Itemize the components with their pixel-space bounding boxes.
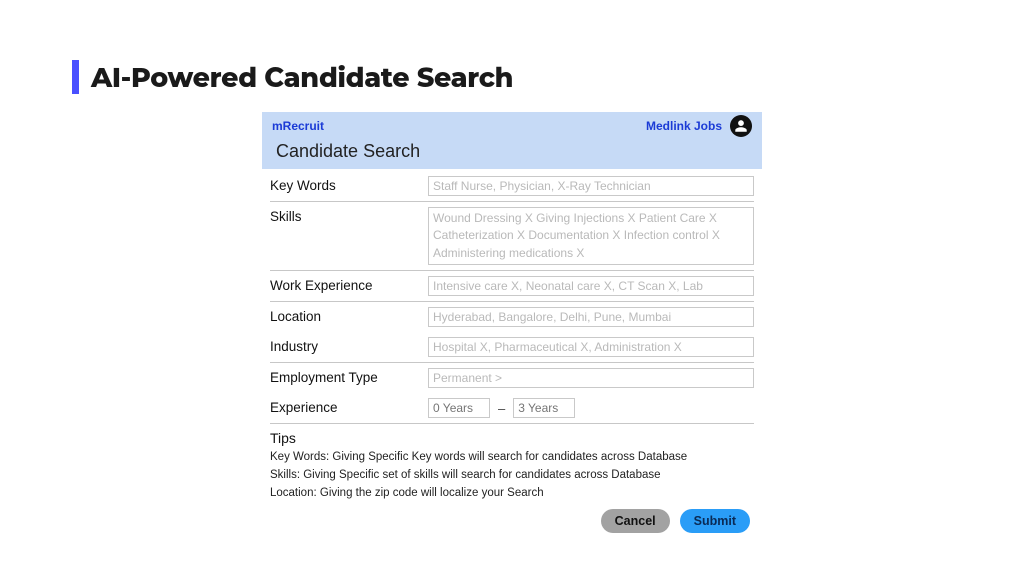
accent-bar — [72, 60, 79, 94]
work-experience-input[interactable] — [428, 276, 754, 296]
tips-box: Tips Key Words: Giving Specific Key word… — [262, 424, 762, 502]
search-form: Key Words Skills Wound Dressing X Giving… — [262, 169, 762, 424]
submit-button[interactable]: Submit — [680, 509, 750, 533]
row-employment-type: Employment Type — [270, 363, 754, 393]
brand-right: Medlink Jobs — [646, 119, 722, 133]
cancel-button[interactable]: Cancel — [601, 509, 670, 533]
key-words-input[interactable] — [428, 176, 754, 196]
label-key-words: Key Words — [270, 176, 418, 193]
actions-bar: Cancel Submit — [262, 503, 762, 533]
label-work-experience: Work Experience — [270, 276, 418, 293]
label-industry: Industry — [270, 337, 418, 354]
tips-line-1: Key Words: Giving Specific Key words wil… — [270, 449, 754, 467]
app-header: mRecruit Medlink Jobs Candidate Search — [262, 112, 762, 169]
brand-left: mRecruit — [270, 119, 324, 133]
industry-input[interactable] — [428, 337, 754, 357]
experience-to-input[interactable] — [513, 398, 575, 418]
tips-line-3: Location: Giving the zip code will local… — [270, 485, 754, 503]
label-experience: Experience — [270, 398, 418, 415]
experience-from-input[interactable] — [428, 398, 490, 418]
row-location: Location — [270, 302, 754, 332]
candidate-search-panel: mRecruit Medlink Jobs Candidate Search K… — [262, 112, 762, 533]
label-employment-type: Employment Type — [270, 368, 418, 385]
label-skills: Skills — [270, 207, 418, 224]
avatar[interactable] — [730, 115, 752, 137]
location-input[interactable] — [428, 307, 754, 327]
skills-input[interactable]: Wound Dressing X Giving Injections X Pat… — [428, 207, 754, 265]
employment-type-input[interactable] — [428, 368, 754, 388]
experience-dash: – — [498, 401, 505, 416]
user-icon — [734, 119, 748, 133]
row-experience: Experience – — [270, 393, 754, 424]
row-key-words: Key Words — [270, 171, 754, 202]
row-industry: Industry — [270, 332, 754, 363]
tips-line-2: Skills: Giving Specific set of skills wi… — [270, 467, 754, 485]
tips-title: Tips — [270, 430, 754, 446]
row-work-experience: Work Experience — [270, 271, 754, 302]
page-title: AI-Powered Candidate Search — [91, 61, 513, 94]
label-location: Location — [270, 307, 418, 324]
row-skills: Skills Wound Dressing X Giving Injection… — [270, 202, 754, 271]
section-title: Candidate Search — [270, 137, 754, 162]
